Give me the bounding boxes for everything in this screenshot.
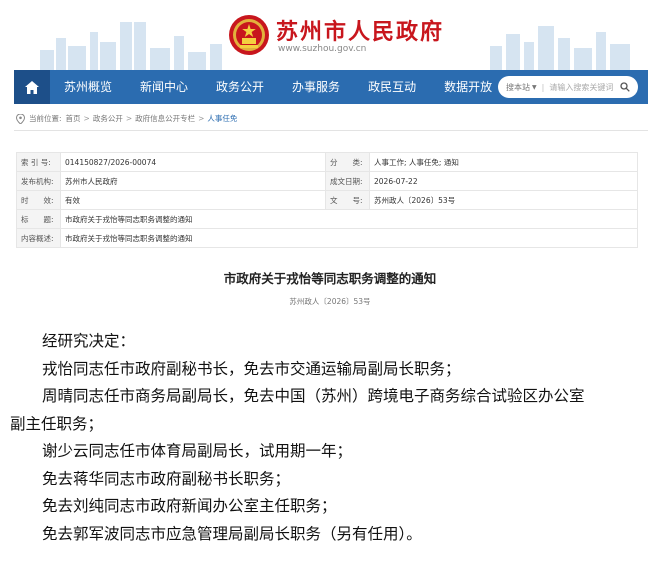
date-value: 2026-07-22 (369, 171, 638, 191)
issuer-value: 苏州市人民政府 (60, 171, 326, 191)
search-divider: | (541, 82, 545, 92)
category-value: 人事工作; 人事任免; 通知 (369, 152, 638, 172)
table-row: 发布机构: 苏州市人民政府 成文日期: 2026-07-22 (16, 171, 638, 191)
breadcrumb-separator: > (83, 114, 90, 123)
article-body: 经研究决定： 戎怡同志任市政府副秘书长，免去市交通运输局副局长职务； 周晴同志任… (10, 328, 652, 548)
breadcrumb: 当前位置: 首页 > 政务公开 > 政府信息公开专栏 > 人事任免 (16, 113, 237, 124)
article-paragraph: 谢少云同志任市体育局副局长，试用期一年； (42, 442, 353, 460)
breadcrumb-gov-affairs[interactable]: 政务公开 (93, 113, 123, 124)
breadcrumb-current[interactable]: 人事任免 (207, 113, 237, 124)
nav-item-services[interactable]: 办事服务 (278, 70, 354, 104)
search-input[interactable]: 请输入搜索关键词 (549, 82, 620, 93)
nav-item-interaction[interactable]: 政民互动 (354, 70, 430, 104)
main-nav: 苏州概览 新闻中心 政务公开 办事服务 政民互动 数据开放 搜本站 ▼ | 请输… (14, 70, 648, 104)
table-row: 标 题: 市政府关于戎怡等同志职务调整的通知 (16, 209, 638, 229)
search-icon[interactable] (620, 82, 630, 92)
table-row: 时 效: 有效 文 号: 苏州政人〔2026〕53号 (16, 190, 638, 210)
national-emblem-icon (229, 15, 269, 55)
category-label: 分 类: (325, 152, 370, 172)
summary-value: 市政府关于戎怡等同志职务调整的通知 (60, 228, 638, 248)
breadcrumb-info-disclosure[interactable]: 政府信息公开专栏 (135, 113, 195, 124)
site-domain: www.suzhou.gov.cn (278, 44, 367, 54)
article-title: 市政府关于戎怡等同志职务调整的通知 (223, 271, 437, 286)
article-paragraph: 副主任职务； (10, 414, 104, 433)
summary-label: 内容概述: (16, 228, 61, 248)
location-pin-icon (16, 113, 25, 124)
home-icon (25, 80, 39, 94)
skyline-right-graphic (490, 14, 640, 72)
table-row: 内容概述: 市政府关于戎怡等同志职务调整的通知 (16, 228, 638, 248)
doc-number-value: 苏州政人〔2026〕53号 (369, 190, 638, 210)
nav-item-gov-affairs[interactable]: 政务公开 (202, 70, 278, 104)
nav-item-open-data[interactable]: 数据开放 (430, 70, 506, 104)
index-number-value: 014150827/2026-00074 (60, 152, 326, 172)
breadcrumb-label: 当前位置: (29, 114, 62, 123)
article-paragraph: 经研究决定： (42, 332, 136, 350)
table-row: 索 引 号: 014150827/2026-00074 分 类: 人事工作; 人… (16, 152, 638, 172)
divider (14, 130, 648, 131)
search-scope-select[interactable]: 搜本站 (506, 82, 530, 93)
article-paragraph: 戎怡同志任市政府副秘书长，免去市交通运输局副局长职务； (42, 359, 461, 378)
article-paragraph: 免去郭军波同志市应急管理局副局长职务（另有任用）。 (42, 524, 422, 543)
document-meta-table: 索 引 号: 014150827/2026-00074 分 类: 人事工作; 人… (16, 152, 638, 248)
site-header: 苏州市人民政府 www.suzhou.gov.cn (0, 0, 660, 72)
validity-label: 时 效: (16, 190, 61, 210)
validity-value: 有效 (60, 190, 326, 210)
nav-home-button[interactable] (14, 70, 50, 104)
skyline-left-graphic (40, 14, 240, 72)
nav-item-overview[interactable]: 苏州概览 (50, 70, 126, 104)
search-box[interactable]: 搜本站 ▼ | 请输入搜索关键词 (498, 76, 638, 98)
site-title: 苏州市人民政府 (276, 20, 445, 45)
chevron-down-icon: ▼ (532, 83, 537, 91)
issuer-label: 发布机构: (16, 171, 61, 191)
doc-number-label: 文 号: (325, 190, 370, 210)
site-brand[interactable]: 苏州市人民政府 www.suzhou.gov.cn (228, 10, 442, 62)
breadcrumb-separator: > (125, 114, 133, 123)
article-paragraph: 免去蒋华同志市政府副秘书长职务； (42, 469, 291, 488)
article-doc-number: 苏州政人〔2026〕53号 (289, 297, 371, 306)
article-paragraph: 周晴同志任市商务局副局长，免去中国（苏州）跨境电子商务综合试验区办公室 (42, 387, 585, 405)
nav-item-news[interactable]: 新闻中心 (126, 70, 202, 104)
breadcrumb-home[interactable]: 首页 (66, 113, 81, 124)
index-number-label: 索 引 号: (16, 152, 61, 172)
breadcrumb-separator: > (198, 114, 205, 123)
title-label: 标 题: (16, 209, 61, 229)
article-paragraph: 免去刘纯同志市政府新闻办公室主任职务； (42, 497, 337, 515)
date-label: 成文日期: (325, 171, 370, 191)
title-value: 市政府关于戎怡等同志职务调整的通知 (60, 209, 638, 229)
